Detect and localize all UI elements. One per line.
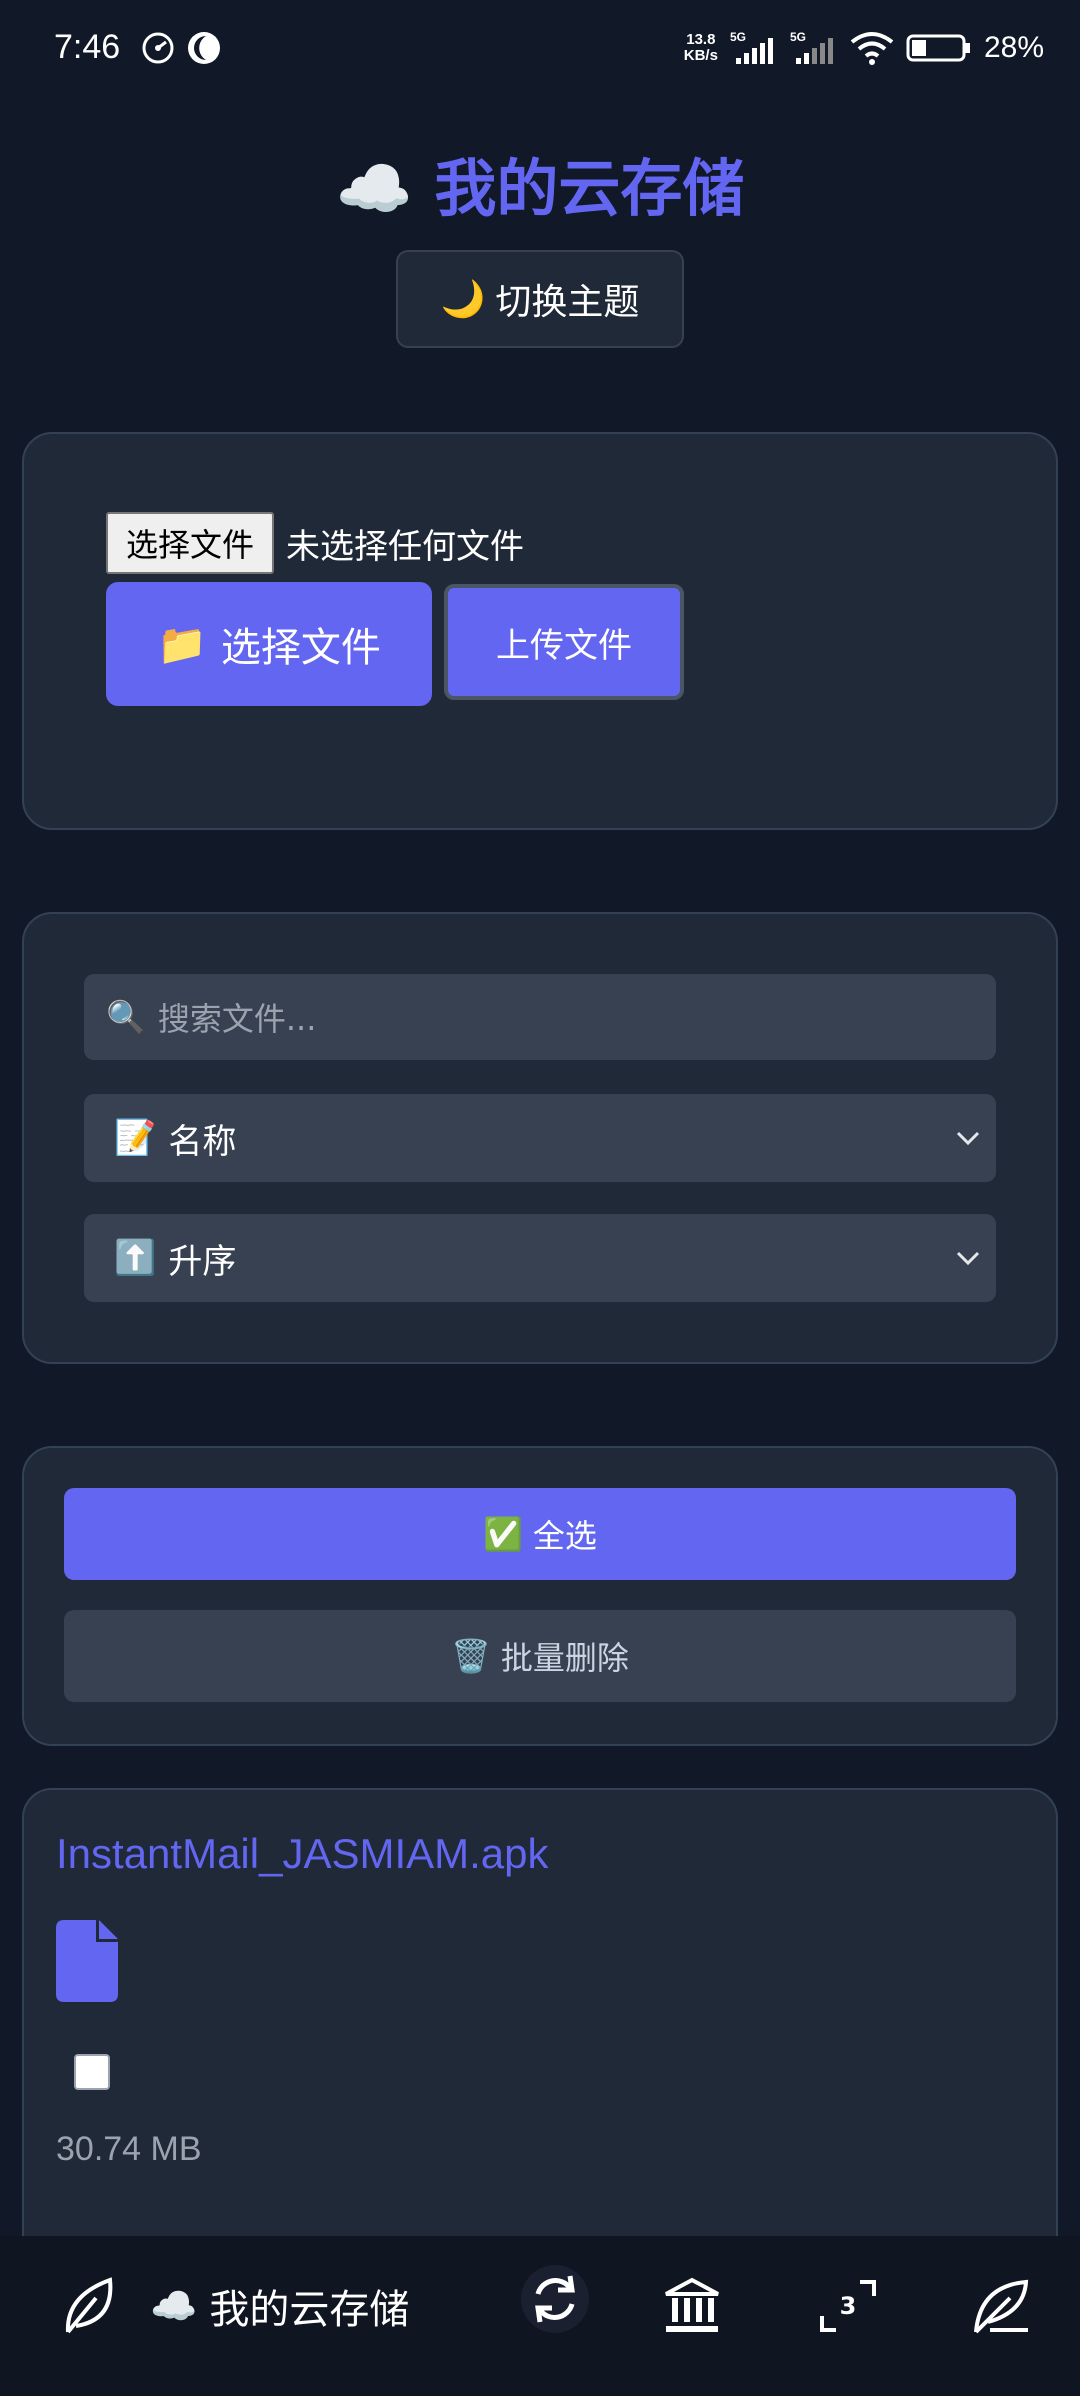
leaf-icon xyxy=(65,2277,113,2334)
status-bar: 7:46 13.8 KB/s 5G 5G 28% xyxy=(0,0,1080,100)
signal-5g-icon: 5G xyxy=(730,30,773,64)
trash-icon: 🗑️ xyxy=(451,1637,491,1675)
feather-button[interactable] xyxy=(970,2276,1032,2336)
folder-icon: 📁 xyxy=(157,621,207,668)
status-right: 13.8 KB/s 5G 5G 28% xyxy=(684,30,1044,66)
sort-order-select[interactable]: ⬆️ 升序 xyxy=(84,1214,996,1302)
sort-field-value: 名称 xyxy=(168,1121,237,1162)
search-icon: 🔍 xyxy=(106,998,146,1036)
file-size: 30.74 MB xyxy=(56,2130,202,2168)
speedometer-icon xyxy=(142,32,174,64)
bank-button[interactable] xyxy=(662,2276,722,2336)
feather-icon xyxy=(974,2279,1029,2334)
select-all-button[interactable]: ✅ 全选 xyxy=(64,1488,1016,1580)
sort-order-value: 升序 xyxy=(168,1241,237,1282)
upload-card: 选择文件 未选择任何文件 📁 选择文件 上传文件 xyxy=(22,432,1058,830)
tabs-icon: 3 xyxy=(820,2280,876,2332)
select-all-label: 全选 xyxy=(532,1517,597,1555)
reload-icon xyxy=(521,2265,589,2333)
batch-delete-label: 批量删除 xyxy=(500,1639,629,1677)
svg-text:5G: 5G xyxy=(790,30,806,44)
reload-button[interactable] xyxy=(520,2264,590,2334)
file-icon xyxy=(56,1920,118,2002)
upload-file-button[interactable]: 上传文件 xyxy=(444,584,684,700)
chevron-down-icon xyxy=(956,1251,980,1266)
batch-delete-button[interactable]: 🗑️ 批量删除 xyxy=(64,1610,1016,1702)
toggle-theme-label: 切换主题 xyxy=(495,282,640,323)
wifi-icon xyxy=(850,32,894,65)
cloud-icon: ☁️ xyxy=(335,152,413,225)
cloud-icon: ☁️ xyxy=(150,2283,198,2328)
file-input[interactable]: 选择文件 未选择任何文件 xyxy=(106,512,524,574)
tab-count: 3 xyxy=(840,2292,857,2320)
signal-5g-icon: 5G xyxy=(790,30,833,64)
search-placeholder: 搜索文件... xyxy=(157,1000,317,1038)
battery-icon xyxy=(906,34,970,62)
moon-icon: 🌙 xyxy=(440,279,486,320)
svg-text:5G: 5G xyxy=(730,30,746,44)
native-choose-file-button[interactable]: 选择文件 xyxy=(106,512,275,574)
status-left-icons xyxy=(140,30,222,66)
search-input[interactable]: 🔍 搜索文件... xyxy=(84,974,996,1060)
no-file-selected-text: 未选择任何文件 xyxy=(286,526,525,567)
tabs-button[interactable]: 3 xyxy=(818,2276,878,2336)
filter-card: 🔍 搜索文件... 📝 名称 ⬆️ 升序 xyxy=(22,912,1058,1364)
file-card: InstantMail_JASMIAM.apk 30.74 MB xyxy=(22,1788,1058,2308)
page-title: ☁️ 我的云存储 xyxy=(0,138,1080,228)
memo-icon: 📝 xyxy=(114,1118,157,1158)
file-name-link[interactable]: InstantMail_JASMIAM.apk xyxy=(56,1830,549,1878)
toggle-theme-button[interactable]: 🌙 切换主题 xyxy=(396,250,684,348)
bottom-nav-title: 我的云存储 xyxy=(209,2287,410,2333)
status-time: 7:46 xyxy=(54,28,121,66)
file-select-checkbox[interactable] xyxy=(74,2054,110,2090)
moon-app-icon xyxy=(188,32,220,64)
chevron-down-icon xyxy=(956,1131,980,1146)
bank-icon xyxy=(665,2277,719,2332)
choose-file-button[interactable]: 📁 选择文件 xyxy=(106,582,432,706)
sort-field-select[interactable]: 📝 名称 xyxy=(84,1094,996,1182)
check-icon: ✅ xyxy=(483,1515,523,1553)
up-arrow-icon: ⬆️ xyxy=(114,1238,157,1278)
actions-card: ✅ 全选 🗑️ 批量删除 xyxy=(22,1446,1058,1746)
bottom-nav: ☁️ 我的云存储 3 xyxy=(0,2236,1080,2396)
choose-file-label: 选择文件 xyxy=(220,625,381,671)
battery-percent: 28% xyxy=(983,31,1044,64)
page-title-text: 我的云存储 xyxy=(434,152,745,225)
bottom-nav-site[interactable]: ☁️ 我的云存储 xyxy=(62,2276,409,2336)
net-speed: 13.8 KB/s xyxy=(683,31,718,64)
